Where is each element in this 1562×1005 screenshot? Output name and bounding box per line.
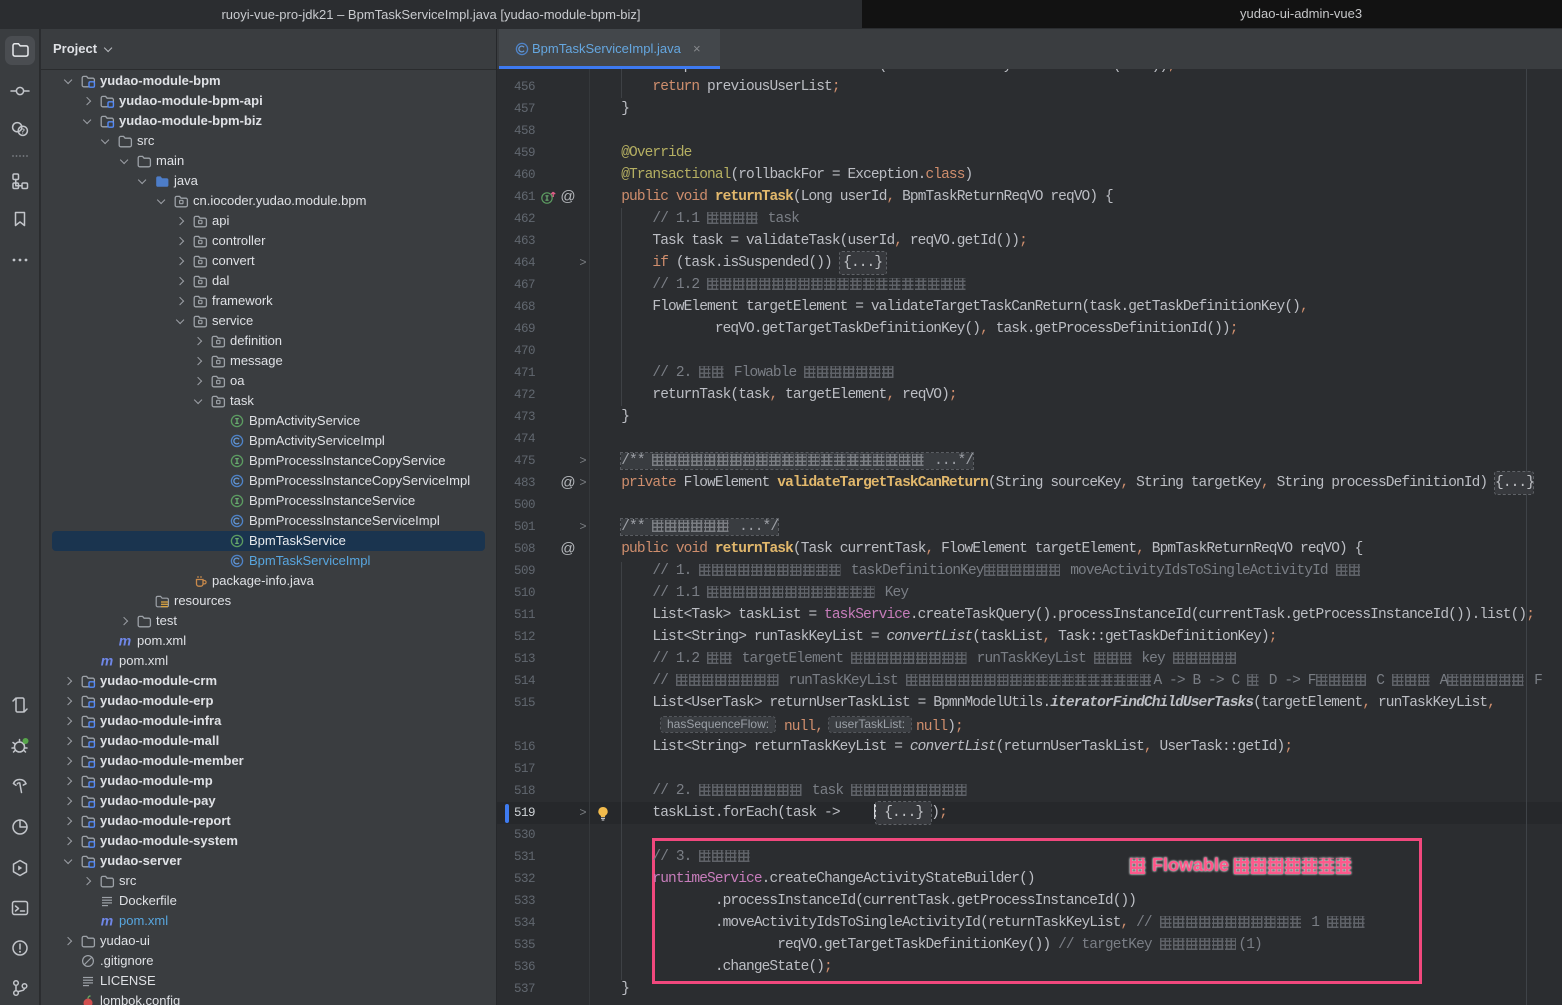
svg-text:m: m bbox=[100, 913, 112, 929]
svg-text:?: ? bbox=[21, 127, 26, 136]
svg-text:m: m bbox=[119, 633, 131, 649]
svg-text:m: m bbox=[100, 653, 112, 669]
